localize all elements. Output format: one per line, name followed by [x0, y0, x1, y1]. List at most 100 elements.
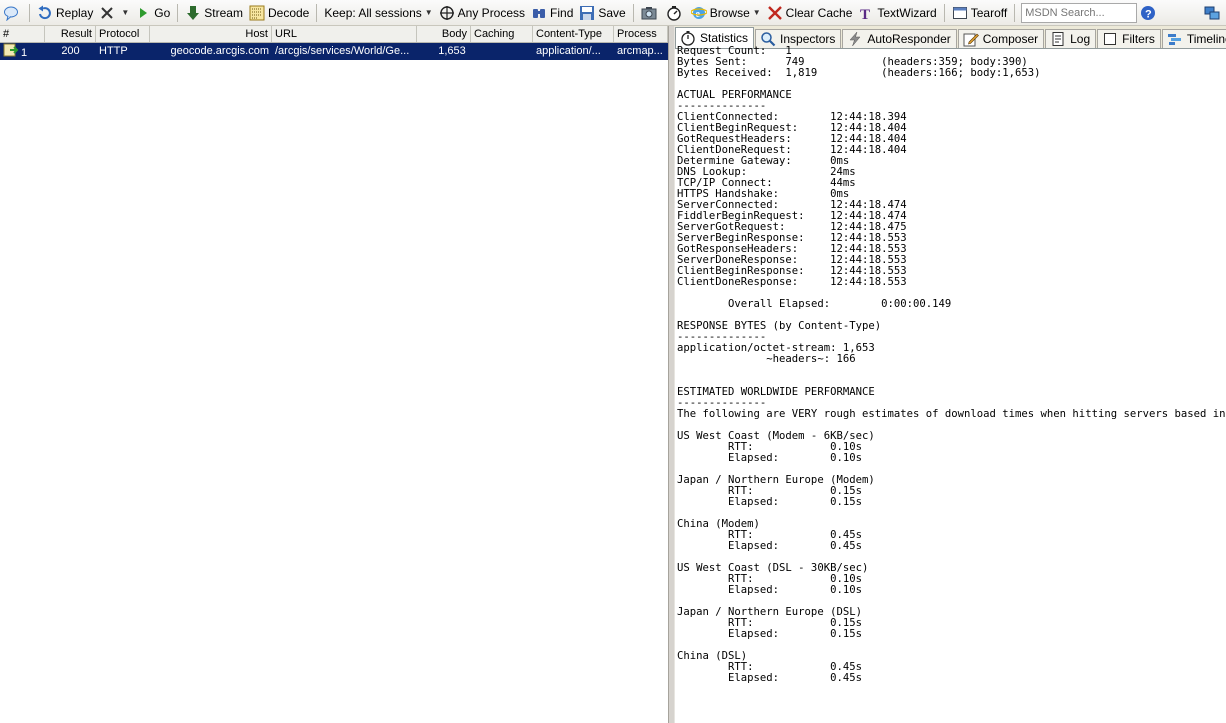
browse-button[interactable]: e Browse ▼ — [688, 2, 764, 24]
decode-button[interactable]: Decode — [246, 2, 312, 24]
tab-autoresponder-label: AutoResponder — [867, 32, 951, 46]
screenshot-button[interactable] — [638, 2, 663, 24]
textwizard-icon: T — [858, 5, 874, 23]
session-url: /arcgis/services/World/Ge... — [275, 45, 410, 57]
svg-text:T: T — [860, 7, 870, 21]
column-header-process[interactable]: Process — [614, 26, 668, 42]
main-toolbar: Replay ▼ Go Stream Decode Keep: All sess… — [0, 0, 1226, 26]
sessions-list[interactable]: # Result Protocol Host URL Body Caching … — [0, 26, 668, 723]
tab-timeline-label: Timeline — [1186, 32, 1226, 46]
stopwatch-icon — [680, 30, 696, 46]
column-header-result[interactable]: Result — [45, 26, 96, 42]
camera-icon — [641, 5, 657, 21]
session-number: 1 — [21, 46, 28, 59]
toolbar-separator — [29, 3, 30, 22]
ie-logo-icon: e — [690, 5, 708, 21]
remove-button[interactable]: ▼ — [96, 2, 132, 24]
clear-cache-icon — [767, 5, 783, 21]
speech-bubble-icon — [3, 5, 19, 21]
textwizard-label: TextWizard — [877, 5, 937, 20]
find-label: Find — [550, 5, 574, 20]
column-header-content-type[interactable]: Content-Type — [533, 26, 614, 42]
save-icon — [579, 5, 595, 21]
any-process-label: Any Process — [457, 5, 526, 20]
save-label: Save — [598, 5, 626, 20]
session-process: arcmap... — [617, 45, 663, 57]
comment-button[interactable] — [0, 2, 25, 24]
help-button[interactable]: ? — [1137, 2, 1162, 24]
keep-sessions-dropdown[interactable]: Keep: All sessions ▼ — [321, 2, 435, 24]
go-label: Go — [154, 5, 171, 20]
stream-arrow-icon — [185, 5, 201, 21]
stream-button[interactable]: Stream — [182, 2, 246, 24]
tearoff-window-icon — [952, 5, 968, 21]
timer-icon — [666, 5, 682, 21]
tearoff-label: Tearoff — [970, 5, 1008, 20]
decode-label: Decode — [267, 5, 310, 20]
session-number-cell: 1 — [0, 43, 45, 60]
tab-log-label: Log — [1070, 32, 1091, 46]
network-icon — [1204, 5, 1220, 21]
toolbar-separator — [1014, 3, 1016, 22]
crosshair-icon — [439, 5, 455, 21]
session-file-icon — [3, 43, 19, 60]
column-header-url[interactable]: URL — [272, 26, 417, 42]
replay-icon — [37, 5, 53, 21]
session-host: geocode.arcgis.com — [170, 45, 269, 57]
magnifier-icon — [760, 31, 776, 47]
tab-statistics[interactable]: Statistics — [675, 27, 755, 48]
statistics-report: Request Count: 1 Bytes Sent: 749 (header… — [677, 46, 1226, 684]
session-body: 1,653 — [438, 45, 466, 57]
tab-filters-label: Filters — [1122, 32, 1155, 46]
log-document-icon — [1050, 31, 1066, 47]
chevron-down-icon[interactable]: ▼ — [121, 8, 129, 17]
column-header-protocol[interactable]: Protocol — [96, 26, 150, 42]
column-header-number[interactable]: # — [0, 26, 45, 42]
binoculars-icon — [531, 5, 547, 21]
pencil-icon — [963, 31, 979, 47]
play-icon — [135, 5, 151, 21]
column-header-host[interactable]: Host — [150, 26, 272, 42]
decode-icon — [249, 5, 265, 21]
session-protocol: HTTP — [99, 45, 128, 57]
session-row[interactable]: 1 200 HTTP geocode.arcgis.com /arcgis/se… — [0, 43, 668, 60]
session-result: 200 — [61, 45, 80, 57]
chevron-down-icon: ▼ — [752, 8, 761, 17]
tearoff-button[interactable]: Tearoff — [949, 2, 1010, 24]
stream-label: Stream — [204, 5, 243, 20]
textwizard-button[interactable]: T TextWizard — [855, 2, 939, 24]
clear-cache-button[interactable]: Clear Cache — [764, 2, 856, 24]
network-status-button[interactable] — [1201, 2, 1226, 24]
checkbox-icon — [1102, 31, 1118, 47]
toolbar-separator — [316, 3, 318, 22]
timer-button[interactable] — [663, 2, 688, 24]
toolbar-separator — [943, 3, 945, 22]
msdn-search-input[interactable] — [1021, 2, 1138, 23]
toolbar-separator — [632, 3, 634, 22]
tab-inspectors-label: Inspectors — [780, 32, 836, 46]
session-caching — [487, 43, 533, 60]
find-button[interactable]: Find — [528, 2, 576, 24]
toolbar-separator — [177, 3, 179, 22]
go-button[interactable]: Go — [132, 2, 173, 24]
replay-button[interactable]: Replay — [34, 2, 96, 24]
timeline-icon — [1167, 31, 1183, 47]
column-header-body[interactable]: Body — [417, 26, 471, 42]
session-content-type: application/... — [536, 45, 601, 57]
save-button[interactable]: Save — [576, 2, 628, 24]
clear-cache-label: Clear Cache — [785, 5, 853, 20]
any-process-button[interactable]: Any Process — [436, 2, 528, 24]
replay-label: Replay — [56, 5, 94, 20]
inspector-pane: Statistics Inspectors AutoResponder Comp… — [675, 26, 1226, 723]
column-header-caching[interactable]: Caching — [471, 26, 533, 42]
tab-composer-label: Composer — [982, 32, 1039, 46]
pane-splitter[interactable] — [668, 26, 675, 723]
keep-sessions-label: Keep: All sessions — [324, 5, 422, 20]
svg-text:?: ? — [1145, 8, 1152, 20]
sessions-header: # Result Protocol Host URL Body Caching … — [0, 26, 668, 43]
chevron-down-icon: ▼ — [424, 8, 433, 17]
help-icon: ? — [1140, 5, 1156, 21]
x-icon — [99, 5, 115, 21]
browse-label: Browse — [709, 5, 750, 20]
lightning-icon — [847, 31, 863, 47]
